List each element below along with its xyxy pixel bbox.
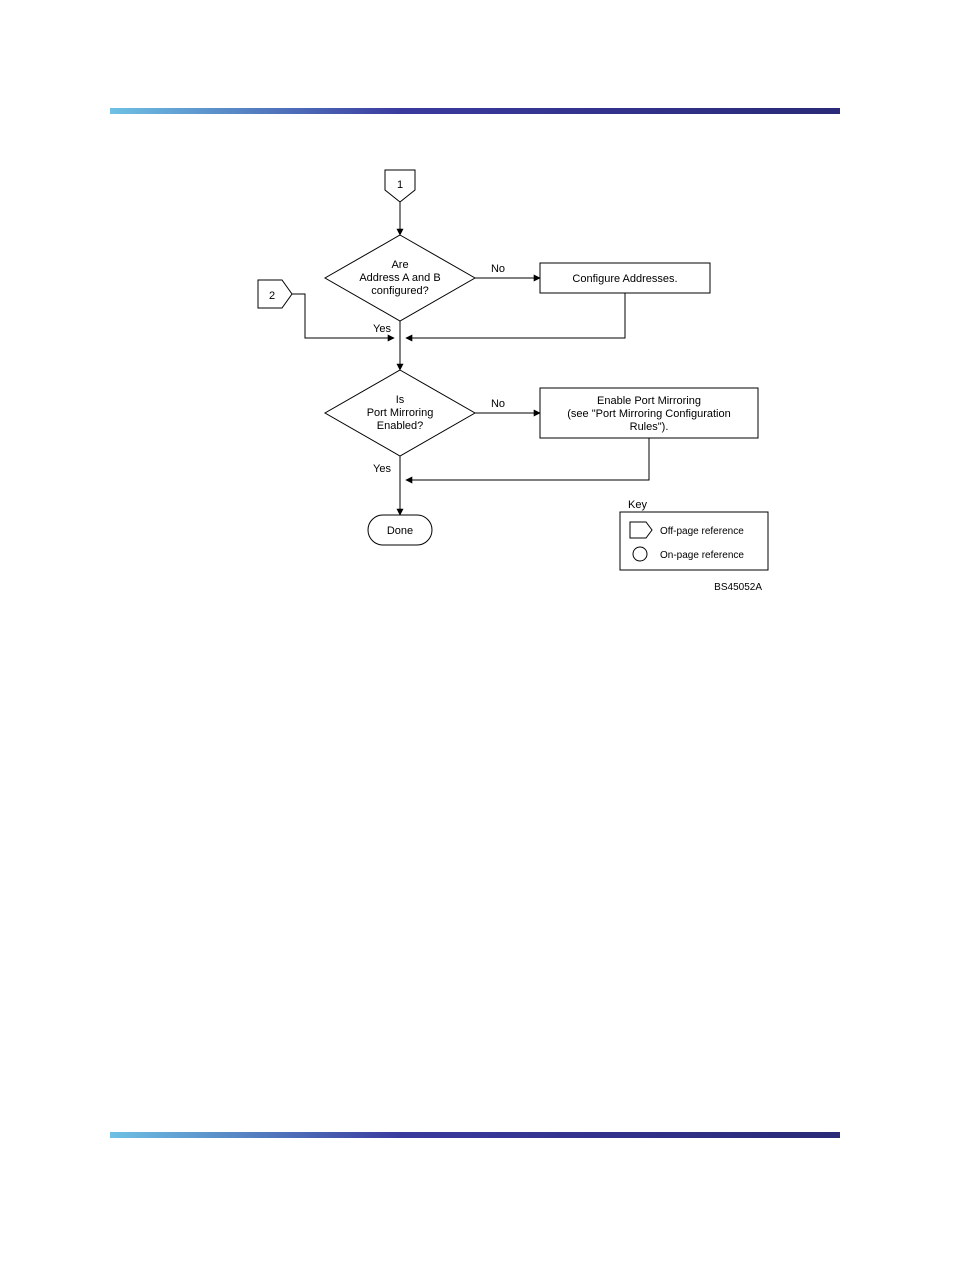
legend-title: Key xyxy=(628,499,647,511)
edge-decisionB-no-label: No xyxy=(491,398,505,410)
decision-b-line1: Is xyxy=(396,394,405,406)
legend-offpage-label: Off-page reference xyxy=(660,526,744,537)
flowchart-svg: 1 Are Address A and B configured? No Con… xyxy=(250,160,770,620)
edge-decisionA-no-label: No xyxy=(491,263,505,275)
edge-decisionA-yes-label: Yes xyxy=(373,323,391,335)
bottom-divider xyxy=(110,1132,840,1138)
offpage-ref-1: 1 xyxy=(385,170,415,202)
edge-decisionB-yes-label: Yes xyxy=(373,463,391,475)
process-enable-port-mirroring: Enable Port Mirroring (see "Port Mirrori… xyxy=(540,388,758,438)
process-configure-addresses-label: Configure Addresses. xyxy=(572,273,677,285)
page: 1 Are Address A and B configured? No Con… xyxy=(0,0,954,1272)
decision-b-line3: Enabled? xyxy=(377,420,424,432)
legend: Key Off-page reference On-page reference xyxy=(620,499,768,570)
terminator-done: Done xyxy=(368,515,432,545)
decision-a-line1: Are xyxy=(391,259,408,271)
decision-a-line2: Address A and B xyxy=(359,272,440,284)
decision-a-line3: configured? xyxy=(371,285,429,297)
flowchart-diagram: 1 Are Address A and B configured? No Con… xyxy=(250,160,770,620)
offpage-ref-1-label: 1 xyxy=(397,179,403,191)
process-enable-line3: Rules"). xyxy=(630,421,669,433)
process-configure-addresses: Configure Addresses. xyxy=(540,263,710,293)
terminator-done-label: Done xyxy=(387,525,413,537)
reference-code: BS45052A xyxy=(714,582,762,593)
edge-configAddr-merge xyxy=(406,293,625,338)
decision-b-line2: Port Mirroring xyxy=(367,407,434,419)
process-enable-line2: (see "Port Mirroring Configuration xyxy=(567,408,730,420)
legend-onpage-label: On-page reference xyxy=(660,550,744,561)
edge-enableMirr-merge2 xyxy=(406,438,649,480)
legend-onpage-icon xyxy=(633,547,647,561)
decision-port-mirroring-enabled: Is Port Mirroring Enabled? xyxy=(325,370,475,456)
offpage-ref-2-label: 2 xyxy=(269,290,275,302)
process-enable-line1: Enable Port Mirroring xyxy=(597,395,701,407)
decision-address-configured: Are Address A and B configured? xyxy=(325,235,475,321)
top-divider xyxy=(110,108,840,114)
offpage-ref-2: 2 xyxy=(258,280,292,308)
